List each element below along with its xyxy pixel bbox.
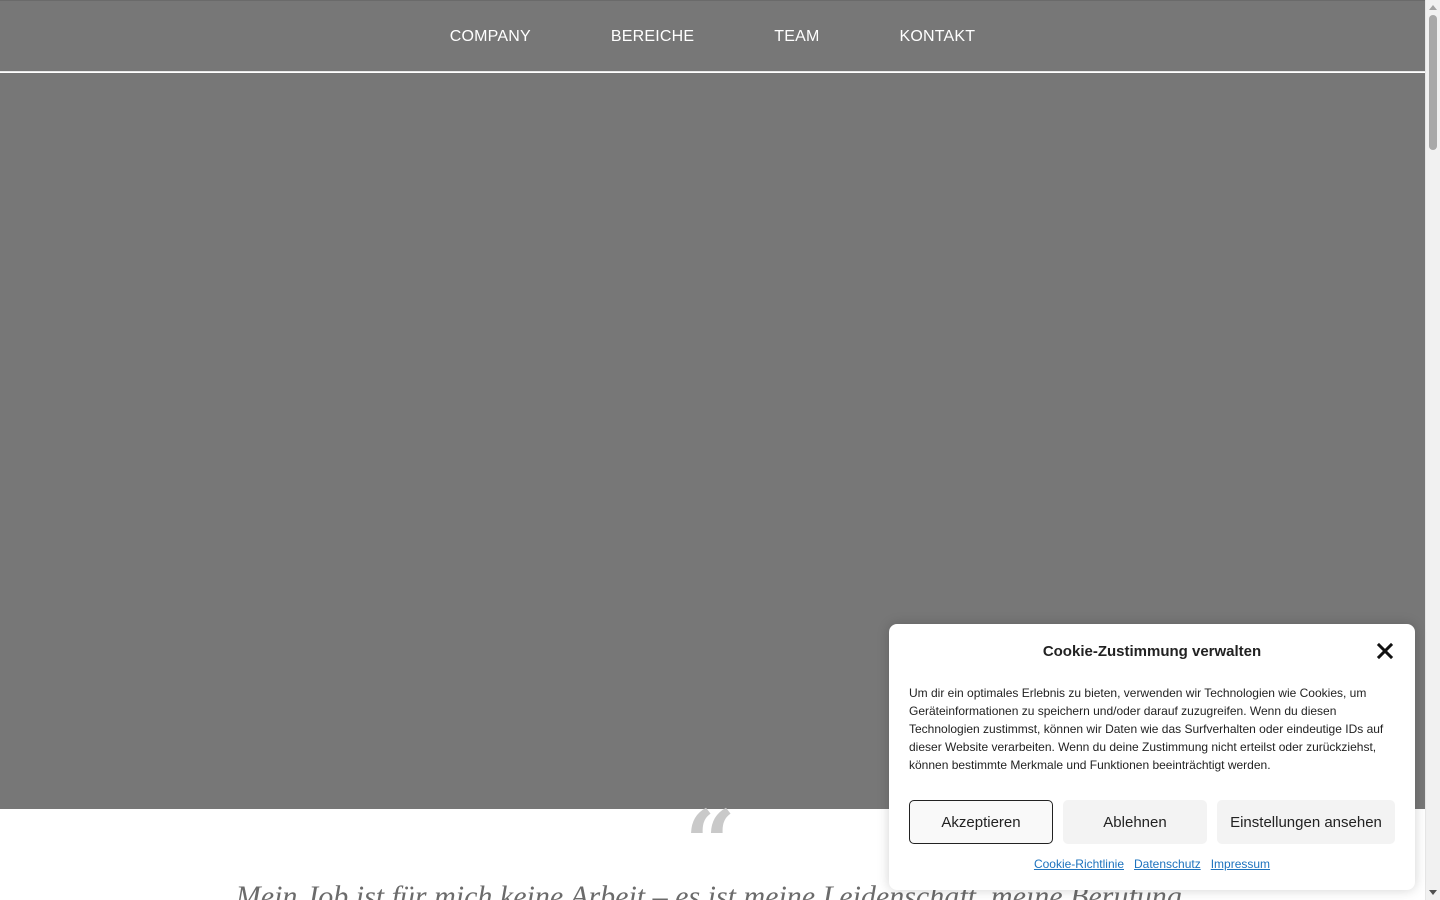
close-icon[interactable] xyxy=(1375,641,1395,661)
scroll-down-arrow-icon[interactable] xyxy=(1429,890,1437,895)
imprint-link[interactable]: Impressum xyxy=(1211,857,1270,871)
nav-item-company[interactable]: COMPANY xyxy=(450,28,531,46)
close-icon-glyph xyxy=(1376,642,1394,660)
vertical-scrollbar[interactable] xyxy=(1425,0,1440,900)
site-header: COMPANY BEREICHE TEAM KONTAKT xyxy=(0,0,1425,72)
cookie-dialog-links: Cookie-Richtlinie Datenschutz Impressum xyxy=(889,857,1415,871)
nav-item-bereiche[interactable]: BEREICHE xyxy=(611,28,694,46)
cookie-policy-link[interactable]: Cookie-Richtlinie xyxy=(1034,857,1124,871)
cookie-dialog-message: Um dir ein optimales Erlebnis zu bieten,… xyxy=(909,686,1384,772)
scroll-up-arrow-icon[interactable] xyxy=(1429,5,1437,10)
nav-item-team[interactable]: TEAM xyxy=(774,28,819,46)
accept-button[interactable]: Akzeptieren xyxy=(909,800,1053,844)
nav-item-kontakt[interactable]: KONTAKT xyxy=(900,28,976,46)
cookie-consent-dialog: Cookie-Zustimmung verwalten Um dir ein o… xyxy=(889,624,1415,890)
cookie-dialog-title: Cookie-Zustimmung verwalten xyxy=(1042,643,1262,660)
quote-mark-icon: “ xyxy=(685,790,736,894)
privacy-link[interactable]: Datenschutz xyxy=(1134,857,1201,871)
view-preferences-button[interactable]: Einstellungen ansehen xyxy=(1217,800,1395,844)
main-navigation: COMPANY BEREICHE TEAM KONTAKT xyxy=(0,1,1425,73)
scrollbar-thumb[interactable] xyxy=(1429,15,1437,150)
deny-button[interactable]: Ablehnen xyxy=(1063,800,1207,844)
